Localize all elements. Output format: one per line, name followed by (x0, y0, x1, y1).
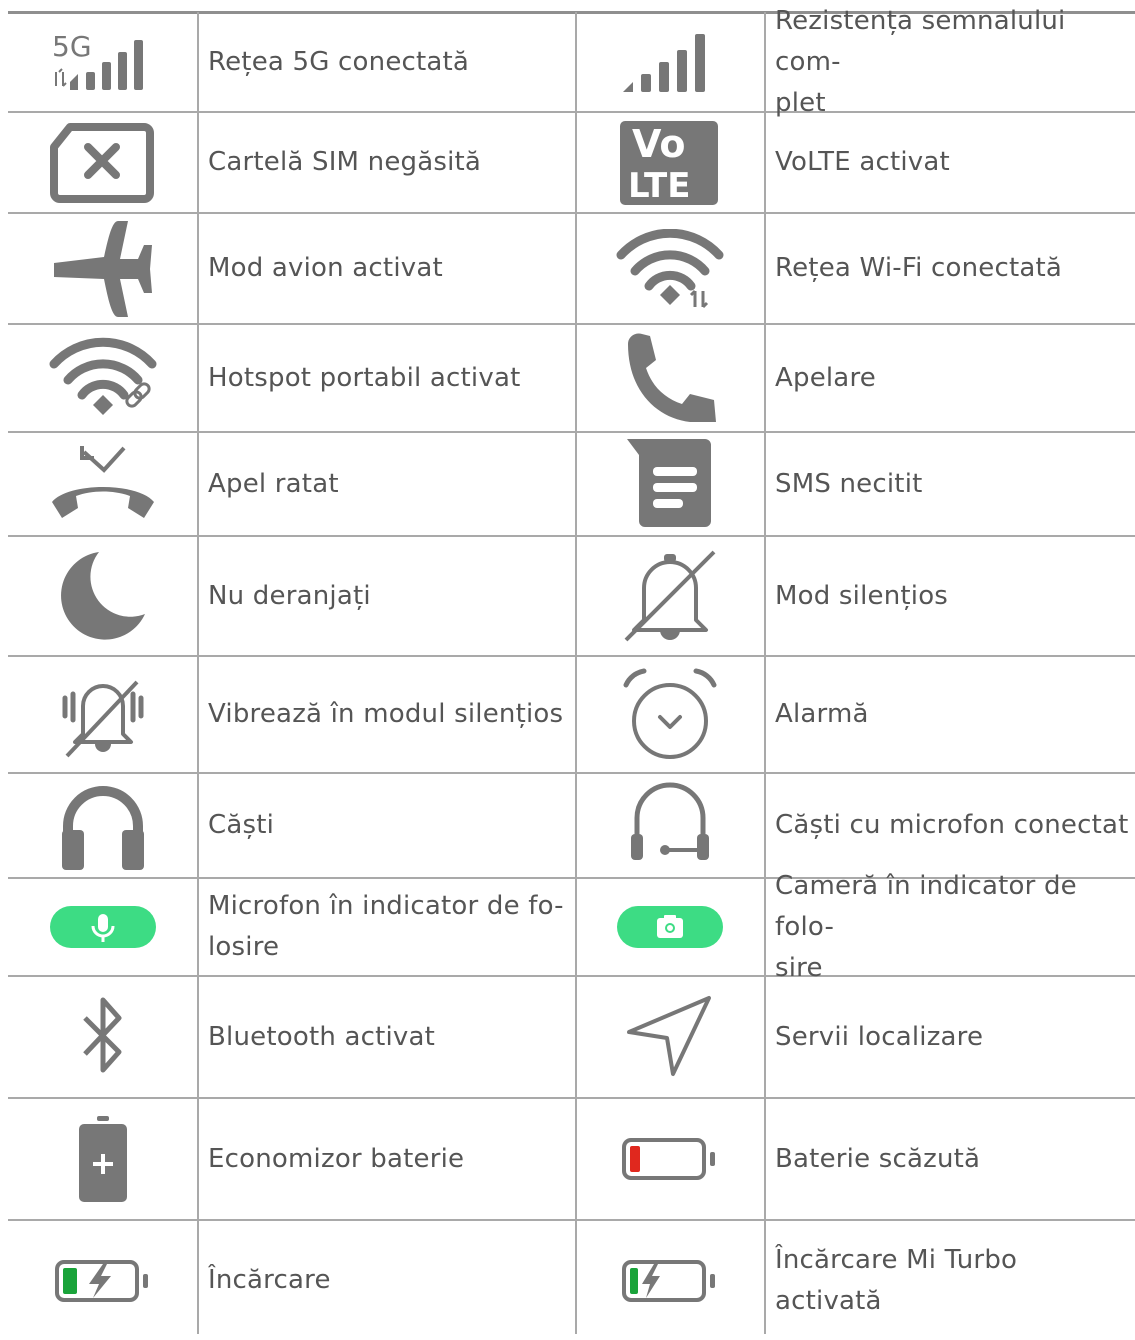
location-icon (576, 977, 764, 1097)
status-icon-label: Vibrează în modul silențios (208, 699, 564, 729)
status-icon-label: Cartelă SIM negăsită (208, 147, 482, 177)
status-icon-label: Servii localizare (775, 1021, 984, 1052)
status-icon-label: Încărcare Mi Turbo activată (775, 1244, 1018, 1316)
airplane-icon (8, 214, 197, 323)
status-icon-description: Baterie scăzută (775, 1099, 1131, 1219)
status-icon-label: Rețea Wi-Fi conectată (775, 253, 1063, 283)
status-icon-description: Nu deranjați (208, 537, 571, 655)
status-icon-label: Încărcare (208, 1265, 331, 1295)
low-battery-icon (576, 1099, 764, 1219)
battery-saver-icon (8, 1099, 197, 1219)
hotspot-icon (8, 325, 197, 431)
status-icon-label: Bluetooth activat (208, 1021, 436, 1052)
sim-missing-icon (8, 113, 197, 212)
status-icon-label: Microfon în indicator de fo- losire (208, 891, 564, 962)
status-icon-label: Mod silențios (775, 580, 949, 611)
status-icon-description: Rețea 5G conectată (208, 14, 571, 111)
status-icon-description: Economizor baterie (208, 1099, 571, 1219)
status-icon-description: VoLTE activat (775, 113, 1131, 212)
status-icon-label: Hotspot portabil activat (208, 362, 521, 393)
status-icon-description: Servii localizare (775, 977, 1131, 1097)
status-icon-label: Apelare (775, 362, 876, 393)
vibrate-silent-icon (8, 657, 197, 772)
headphones-icon (8, 774, 197, 877)
status-icon-label: Nu deranjați (208, 580, 371, 611)
bluetooth-icon (8, 977, 197, 1097)
status-icon-description: Cartelă SIM negăsită (208, 113, 571, 212)
status-icon-label: Baterie scăzută (775, 1143, 981, 1174)
status-icon-label: Apel ratat (208, 468, 339, 499)
volte-icon-lte-text: LTE (628, 166, 690, 206)
mic-in-use-icon (8, 879, 197, 975)
status-icon-label: Alarmă (775, 699, 869, 729)
volte-icon-vo-text: Vo (632, 122, 685, 166)
status-icon-label: SMS necitit (775, 468, 923, 499)
status-icon-label: Rezistența semnalului com- plet (775, 6, 1066, 118)
table-column-divider (197, 12, 199, 1334)
status-icon-description: Apelare (775, 325, 1131, 431)
silent-bell-icon (576, 537, 764, 655)
volte-icon: Vo LTE (576, 113, 764, 212)
status-icon-description: Rezistența semnalului com- plet (775, 6, 1131, 118)
headset-mic-icon (576, 774, 764, 877)
camera-in-use-icon (576, 879, 764, 975)
status-icon-description: Alarmă (775, 657, 1131, 772)
status-icon-label: Rețea 5G conectată (208, 47, 470, 77)
table-column-divider (764, 12, 766, 1334)
charging-icon (8, 1221, 197, 1340)
status-icon-description: Microfon în indicator de fo- losire (208, 879, 571, 975)
status-icon-description: Mod avion activat (208, 214, 571, 323)
svg-text:5G: 5G (52, 30, 92, 63)
status-icon-description: Mod silențios (775, 537, 1131, 655)
status-icon-description: Hotspot portabil activat (208, 325, 571, 431)
status-icon-description: Încărcare Mi Turbo activată (775, 1221, 1131, 1340)
missed-call-icon (8, 433, 197, 535)
status-icon-description: Vibrează în modul silențios (208, 657, 571, 772)
status-icon-description: Căști (208, 774, 571, 877)
full-signal-icon (576, 14, 764, 111)
status-icon-description: SMS necitit (775, 433, 1131, 535)
phone-call-icon (576, 325, 764, 431)
moon-icon (8, 537, 197, 655)
status-icon-description: Bluetooth activat (208, 977, 571, 1097)
status-icon-label: Mod avion activat (208, 253, 443, 283)
alarm-clock-icon (576, 657, 764, 772)
status-icons-table: 5G Rețea 5G conectată Rezistența semnalu… (0, 0, 1135, 1334)
5g-signal-icon: 5G (8, 14, 197, 111)
status-icon-label: Căști cu microfon conectat (775, 810, 1129, 840)
status-icon-label: Cameră în indicator de folo- sire (775, 870, 1077, 983)
wifi-connected-icon (576, 214, 764, 323)
status-icon-label: VoLTE activat (775, 147, 950, 177)
unread-sms-icon (576, 433, 764, 535)
status-icon-description: Încărcare (208, 1221, 571, 1340)
status-icon-label: Economizor baterie (208, 1143, 465, 1174)
turbo-charging-icon (576, 1221, 764, 1340)
status-icon-description: Apel ratat (208, 433, 571, 535)
status-icon-description: Căști cu microfon conectat (775, 774, 1131, 877)
status-icon-label: Căști (208, 810, 275, 840)
status-icon-description: Cameră în indicator de folo- sire (775, 871, 1131, 983)
status-icon-description: Rețea Wi-Fi conectată (775, 214, 1131, 323)
